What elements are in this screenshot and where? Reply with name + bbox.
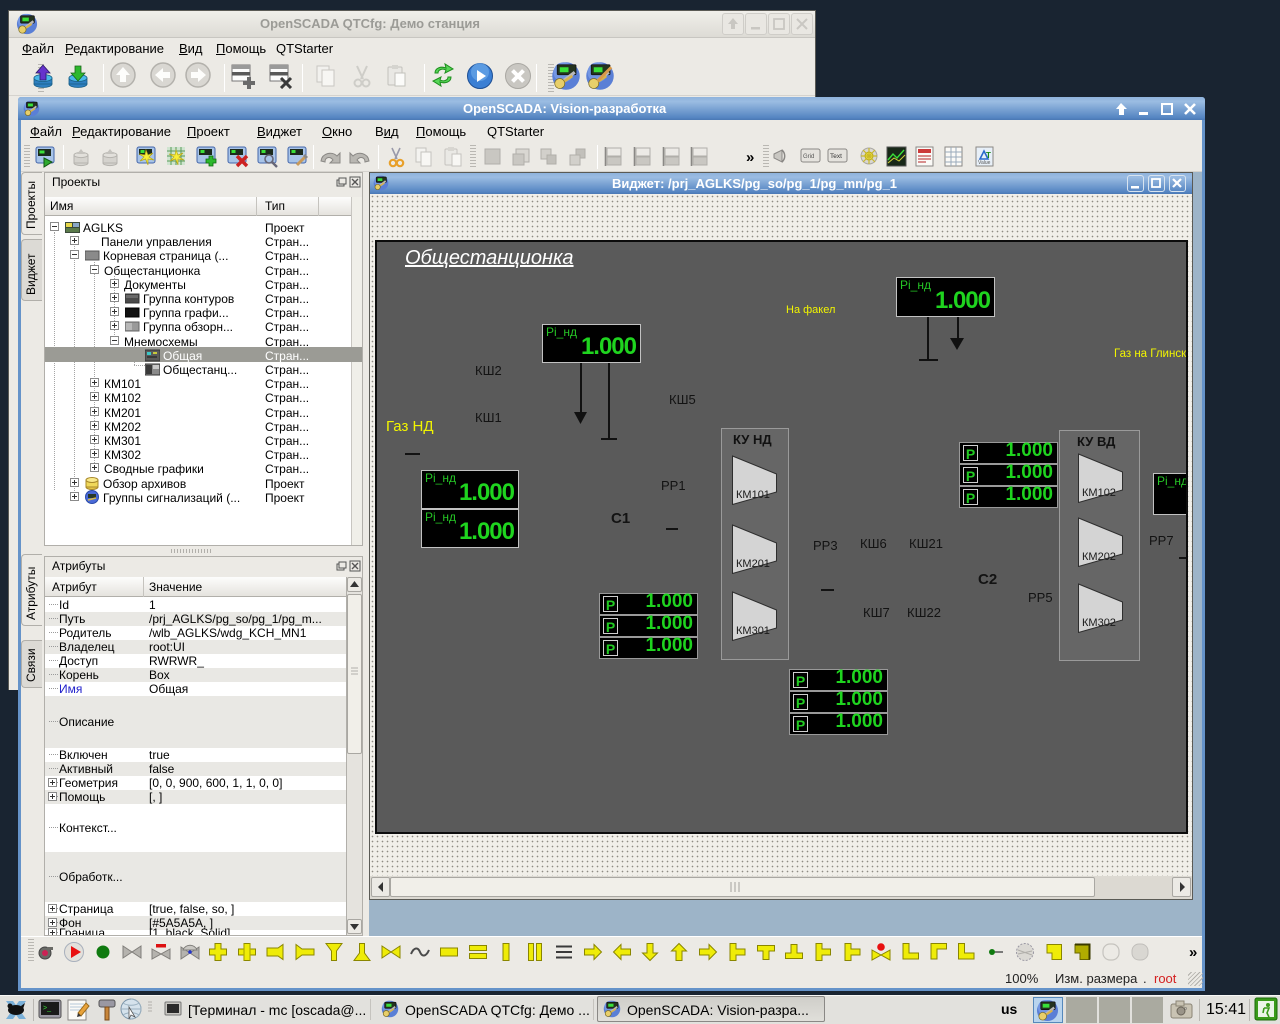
svg-text:Value: Value bbox=[978, 160, 991, 166]
svg-text:T: T bbox=[986, 151, 991, 160]
svg-text:Text: Text bbox=[830, 153, 842, 160]
svg-text:>_: >_ bbox=[43, 1005, 51, 1012]
svg-text:Grid: Grid bbox=[803, 154, 814, 160]
svg-text:o: o bbox=[1184, 1006, 1187, 1012]
